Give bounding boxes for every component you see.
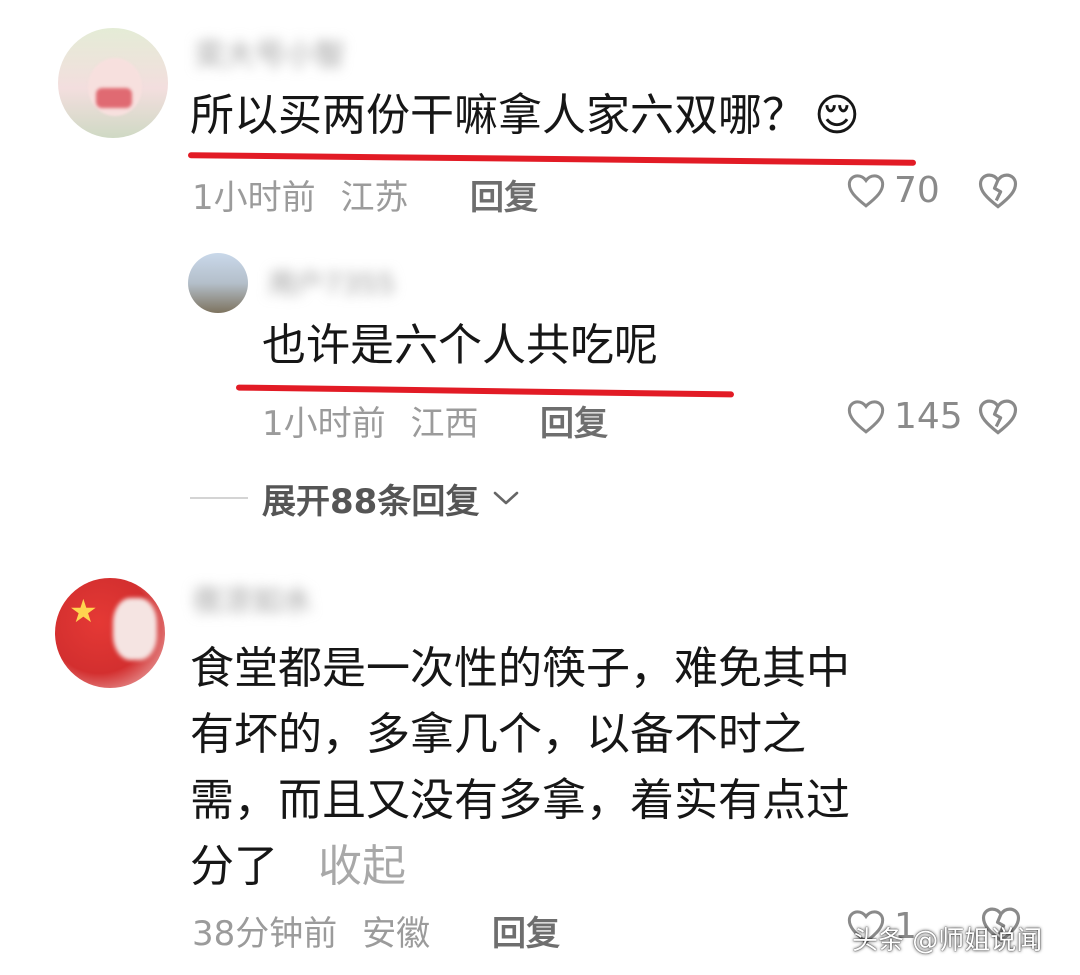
star-icon: ★ xyxy=(69,592,98,630)
avatar[interactable] xyxy=(188,253,248,313)
comment-line: 需，而且又没有多拿，着实有点过 xyxy=(190,775,850,826)
avatar[interactable] xyxy=(58,28,168,138)
divider-line xyxy=(190,497,248,499)
chevron-down-icon xyxy=(494,491,519,505)
expand-replies-button[interactable]: 展开88条回复 xyxy=(190,474,521,522)
reply-button[interactable]: 回复 xyxy=(540,396,608,445)
red-underline xyxy=(187,152,917,166)
comment-time: 38分钟前 xyxy=(192,914,338,954)
comment-time: 1小时前 xyxy=(262,404,386,444)
heart-icon xyxy=(847,174,885,208)
comment-text: 食堂都是一次性的筷子，难免其中 有坏的，多拿几个，以备不时之 需，而且又没有多拿… xyxy=(190,636,1010,900)
smile-emoji-icon: 😌 xyxy=(814,90,860,141)
like-count: 145 xyxy=(894,395,963,437)
collapse-button[interactable]: 收起 xyxy=(318,841,406,892)
like-button[interactable]: 70 xyxy=(846,168,940,212)
comment-location: 安徽 xyxy=(362,914,431,954)
username[interactable]: 用户7355 xyxy=(268,262,395,302)
watermark: 头条 @师姐说闻 xyxy=(852,926,1043,956)
comment-text: 也许是六个人共吃呢 xyxy=(262,320,658,371)
comment-meta: 38分钟前 安徽 xyxy=(192,906,430,955)
comment-meta: 1小时前 江苏 xyxy=(192,170,408,219)
comment-meta: 1小时前 江西 xyxy=(262,396,478,445)
comment-line-end: 分了 xyxy=(190,841,278,892)
like-count: 70 xyxy=(894,169,940,211)
username[interactable]: 夜凉如水 xyxy=(192,576,312,620)
reply-button[interactable]: 回复 xyxy=(492,906,560,955)
heart-icon xyxy=(847,400,885,434)
like-button[interactable]: 145 xyxy=(846,394,963,438)
comment-line: 食堂都是一次性的筷子，难免其中 xyxy=(190,643,850,694)
comment-time: 1小时前 xyxy=(192,178,316,218)
expand-replies-label: 展开88条回复 xyxy=(262,481,480,522)
broken-heart-icon[interactable] xyxy=(977,396,1019,436)
comment-text: 所以买两份干嘛拿人家六双哪？ 😌 xyxy=(190,88,860,144)
comment-line: 分了 收起 xyxy=(190,834,1010,900)
comment-location: 江西 xyxy=(410,404,479,444)
comment-text-body: 所以买两份干嘛拿人家六双哪？ xyxy=(190,90,806,141)
reply-button[interactable]: 回复 xyxy=(470,170,538,219)
username[interactable]: 奕大号小智 xyxy=(195,30,345,74)
comment-line: 有坏的，多拿几个，以备不时之 xyxy=(190,709,806,760)
comment-location: 江苏 xyxy=(340,178,409,218)
broken-heart-icon[interactable] xyxy=(977,170,1019,210)
avatar[interactable]: ★ xyxy=(55,578,165,688)
